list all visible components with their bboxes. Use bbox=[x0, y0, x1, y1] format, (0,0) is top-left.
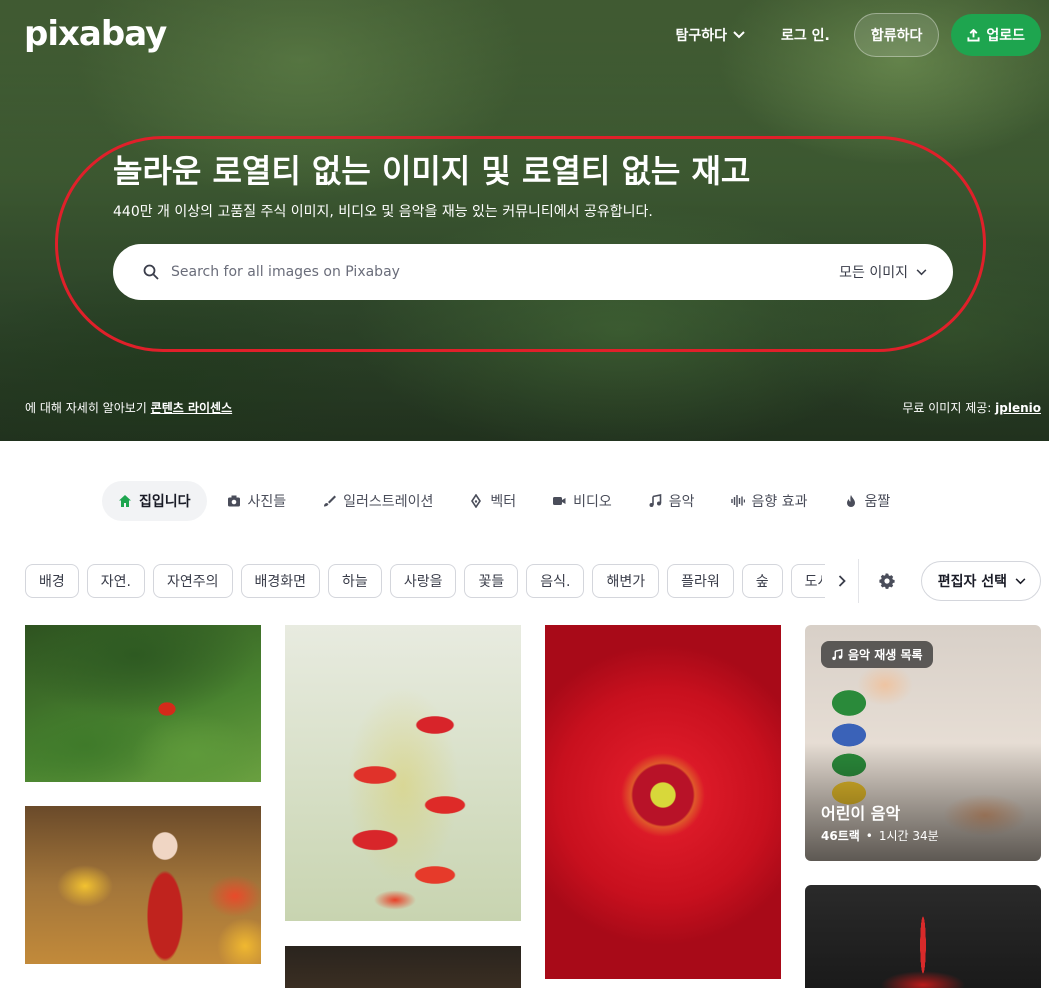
tag-chip[interactable]: 음식. bbox=[526, 564, 585, 598]
tab-illustrations[interactable]: 일러스트레이션 bbox=[306, 481, 449, 521]
tag-chip[interactable]: 배경 bbox=[25, 564, 79, 598]
image-heliconia-frog[interactable] bbox=[285, 625, 521, 921]
tab-label: 움짤 bbox=[864, 494, 891, 510]
join-button[interactable]: 합류하다 bbox=[853, 13, 940, 57]
brush-icon bbox=[324, 495, 337, 507]
tab-music[interactable]: 음악 bbox=[632, 481, 711, 521]
search-bar: 모든 이미지 bbox=[113, 244, 953, 300]
pen-nib-icon bbox=[471, 494, 482, 508]
flame-icon bbox=[846, 495, 855, 507]
tag-chips-row: 배경 자연. 자연주의 배경화면 하늘 사랑을 꽃들 음식. 해변가 플라워 숲… bbox=[25, 559, 1041, 603]
chips-next-button[interactable] bbox=[822, 565, 862, 597]
sound-wave-icon bbox=[730, 495, 745, 507]
tag-chip[interactable]: 사랑을 bbox=[389, 564, 457, 598]
playlist-badge-label: 음악 재생 목록 bbox=[848, 648, 923, 662]
media-type-label: 모든 이미지 bbox=[839, 265, 908, 281]
tag-chip[interactable]: 배경화면 bbox=[240, 564, 321, 598]
music-playlist-card[interactable]: 음악 재생 목록 어린이 음악 46트랙 • 1시간 34분 bbox=[805, 625, 1041, 861]
content-license-link[interactable]: 콘텐츠 라이센스 bbox=[151, 401, 232, 415]
meta-separator: • bbox=[865, 828, 873, 843]
image-red-dahlia[interactable] bbox=[545, 625, 781, 979]
chevron-down-icon bbox=[1015, 577, 1026, 584]
tag-chip[interactable]: 해변가 bbox=[592, 564, 660, 598]
tab-gifs[interactable]: 움짤 bbox=[828, 481, 907, 521]
editors-choice-label: 편집자 선택 bbox=[937, 574, 1007, 590]
hero-subtitle: 440만 개 이상의 고품질 주식 이미지, 비디오 및 음악을 재능 있는 커… bbox=[113, 204, 653, 220]
tab-label: 비디오 bbox=[573, 494, 612, 510]
pixabay-logo[interactable]: pixabay bbox=[24, 14, 167, 54]
editors-choice-select[interactable]: 편집자 선택 bbox=[920, 561, 1041, 601]
video-icon bbox=[553, 497, 566, 505]
music-note-icon bbox=[649, 494, 662, 507]
tab-label: 음악 bbox=[668, 494, 695, 510]
credit-author-link[interactable]: jplenio bbox=[995, 401, 1041, 415]
chevron-down-icon bbox=[916, 268, 927, 275]
tab-videos[interactable]: 비디오 bbox=[536, 481, 628, 521]
tag-chip[interactable]: 플라워 bbox=[667, 564, 734, 598]
tab-label: 벡터 bbox=[490, 494, 517, 510]
hero-title: 놀라운 로열티 없는 이미지 및 로열티 없는 재고 bbox=[113, 152, 751, 190]
explore-label: 탐구하다 bbox=[675, 28, 727, 44]
tag-chip[interactable]: 하늘 bbox=[328, 564, 382, 598]
login-link[interactable]: 로그 인. bbox=[769, 15, 842, 55]
hero-banner: pixabay 탐구하다 로그 인. 합류하다 업로드 놀라운 로열티 없는 이… bbox=[0, 0, 1049, 441]
music-note-icon bbox=[832, 648, 843, 660]
image-woman-flowers[interactable] bbox=[25, 806, 261, 964]
camera-icon bbox=[227, 495, 240, 507]
image-credit: 무료 이미지 제공: jplenio bbox=[902, 399, 1041, 416]
explore-menu[interactable]: 탐구하다 bbox=[663, 15, 757, 55]
home-icon bbox=[119, 495, 131, 507]
divider bbox=[858, 559, 859, 603]
chevron-right-icon bbox=[838, 575, 846, 587]
playlist-duration: 1시간 34분 bbox=[878, 829, 939, 843]
image-ladybug[interactable] bbox=[25, 625, 261, 782]
category-tabs: 집입니다 사진들 일러스트레이션 벡터 비디오 음악 음향 효과 움짤 bbox=[102, 481, 906, 521]
tag-chip[interactable]: 자연주의 bbox=[152, 564, 233, 598]
upload-label: 업로드 bbox=[986, 28, 1025, 44]
playlist-badge: 음악 재생 목록 bbox=[821, 641, 933, 668]
playlist-title: 어린이 음악 bbox=[821, 804, 901, 823]
tab-label: 음향 효과 bbox=[751, 494, 808, 510]
playlist-meta: 46트랙 • 1시간 34분 bbox=[821, 827, 939, 844]
tab-label: 집입니다 bbox=[139, 494, 191, 510]
tag-chip[interactable]: 자연. bbox=[86, 564, 145, 598]
playlist-track-count: 46트랙 bbox=[821, 829, 860, 843]
gear-icon[interactable] bbox=[877, 571, 897, 591]
tag-chip[interactable]: 도시 bbox=[790, 564, 825, 598]
license-note: 에 대해 자세히 알아보기 콘텐츠 라이센스 bbox=[25, 399, 232, 416]
chevron-down-icon bbox=[733, 31, 745, 39]
tab-label: 사진들 bbox=[247, 494, 287, 510]
image-credit-text: 무료 이미지 제공: bbox=[902, 401, 996, 415]
tab-label: 일러스트레이션 bbox=[343, 494, 434, 510]
upload-icon bbox=[967, 28, 980, 42]
image-red-flower-dark[interactable] bbox=[805, 885, 1041, 988]
image-dark-plant[interactable] bbox=[285, 946, 521, 988]
upload-button[interactable]: 업로드 bbox=[951, 14, 1041, 56]
tab-vectors[interactable]: 벡터 bbox=[453, 481, 532, 521]
media-type-select[interactable]: 모든 이미지 bbox=[839, 262, 927, 282]
tab-sound-effects[interactable]: 음향 효과 bbox=[715, 481, 824, 521]
license-note-text: 에 대해 자세히 알아보기 bbox=[25, 401, 151, 415]
tag-chip[interactable]: 꽃들 bbox=[464, 564, 519, 598]
tag-chip[interactable]: 숲 bbox=[741, 564, 783, 598]
tab-photos[interactable]: 사진들 bbox=[211, 481, 303, 521]
search-input[interactable] bbox=[171, 264, 840, 280]
tag-chips: 배경 자연. 자연주의 배경화면 하늘 사랑을 꽃들 음식. 해변가 플라워 숲… bbox=[25, 564, 825, 598]
top-nav: 탐구하다 로그 인. 합류하다 업로드 bbox=[663, 13, 1041, 57]
tab-home[interactable]: 집입니다 bbox=[102, 481, 207, 521]
search-icon[interactable] bbox=[143, 264, 159, 280]
